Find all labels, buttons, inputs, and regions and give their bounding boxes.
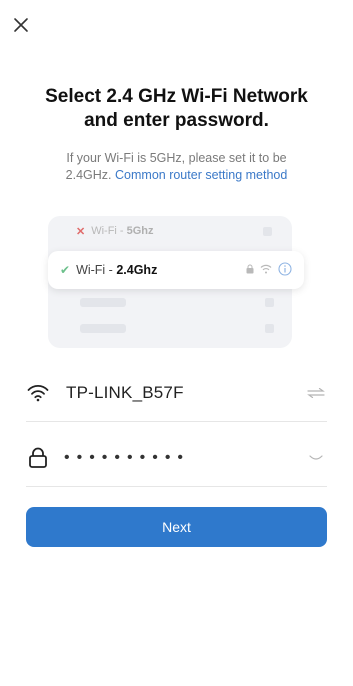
wifi-ssid-value: TP-LINK_B57F — [66, 383, 184, 402]
subtitle-line-2: 2.4GHz. Common router setting method — [20, 167, 333, 184]
network-24ghz-band: 2.4Ghz — [116, 263, 158, 277]
ghost-row — [80, 298, 126, 307]
ghost-row — [80, 324, 126, 333]
close-icon — [14, 18, 28, 32]
password-masked-value: •••••••••• — [64, 449, 191, 466]
lock-icon — [26, 446, 50, 470]
wifi-icon — [26, 381, 50, 405]
eye-closed-icon — [309, 455, 323, 460]
network-24ghz-label: Wi-Fi - 2.4Ghz — [76, 263, 157, 277]
small-lock-icon — [246, 264, 254, 274]
ghost-icon — [263, 226, 272, 236]
network-5ghz-band: 5Ghz — [126, 225, 154, 237]
cross-icon: ✕ — [76, 225, 86, 238]
subtitle: If your Wi-Fi is 5GHz, please set it to … — [20, 150, 333, 184]
title-line-2: and enter password. — [84, 110, 269, 131]
network-row-24ghz: ✔ Wi-Fi - 2.4Ghz — [48, 251, 304, 289]
password-field[interactable]: •••••••••• — [26, 430, 327, 487]
ghost-icon — [265, 298, 274, 307]
wifi-name-field[interactable]: TP-LINK_B57F — [26, 365, 327, 422]
close-button[interactable] — [10, 14, 32, 36]
switch-icon — [307, 388, 325, 398]
network-24ghz-icons — [246, 262, 292, 276]
network-24ghz-prefix: Wi-Fi - — [76, 263, 117, 277]
small-wifi-icon — [260, 264, 272, 274]
switch-network-button[interactable] — [307, 384, 325, 402]
network-5ghz-prefix: Wi-Fi - — [91, 225, 124, 237]
title-line-1: Select 2.4 GHz Wi-Fi Network — [45, 86, 308, 107]
network-row-5ghz: ✕ Wi-Fi - 5Ghz — [76, 224, 272, 238]
toggle-password-visibility-button[interactable] — [307, 449, 325, 467]
check-icon: ✔ — [60, 263, 71, 277]
subtitle-line-1: If your Wi-Fi is 5GHz, please set it to … — [66, 151, 287, 165]
ghost-icon — [265, 324, 274, 333]
subtitle-prefix: 2.4GHz. — [65, 168, 112, 182]
next-button[interactable]: Next — [26, 507, 327, 547]
page-title: Select 2.4 GHz Wi-Fi Network and enter p… — [0, 85, 353, 133]
router-setting-link[interactable]: Common router setting method — [115, 168, 287, 182]
info-icon — [278, 262, 292, 276]
